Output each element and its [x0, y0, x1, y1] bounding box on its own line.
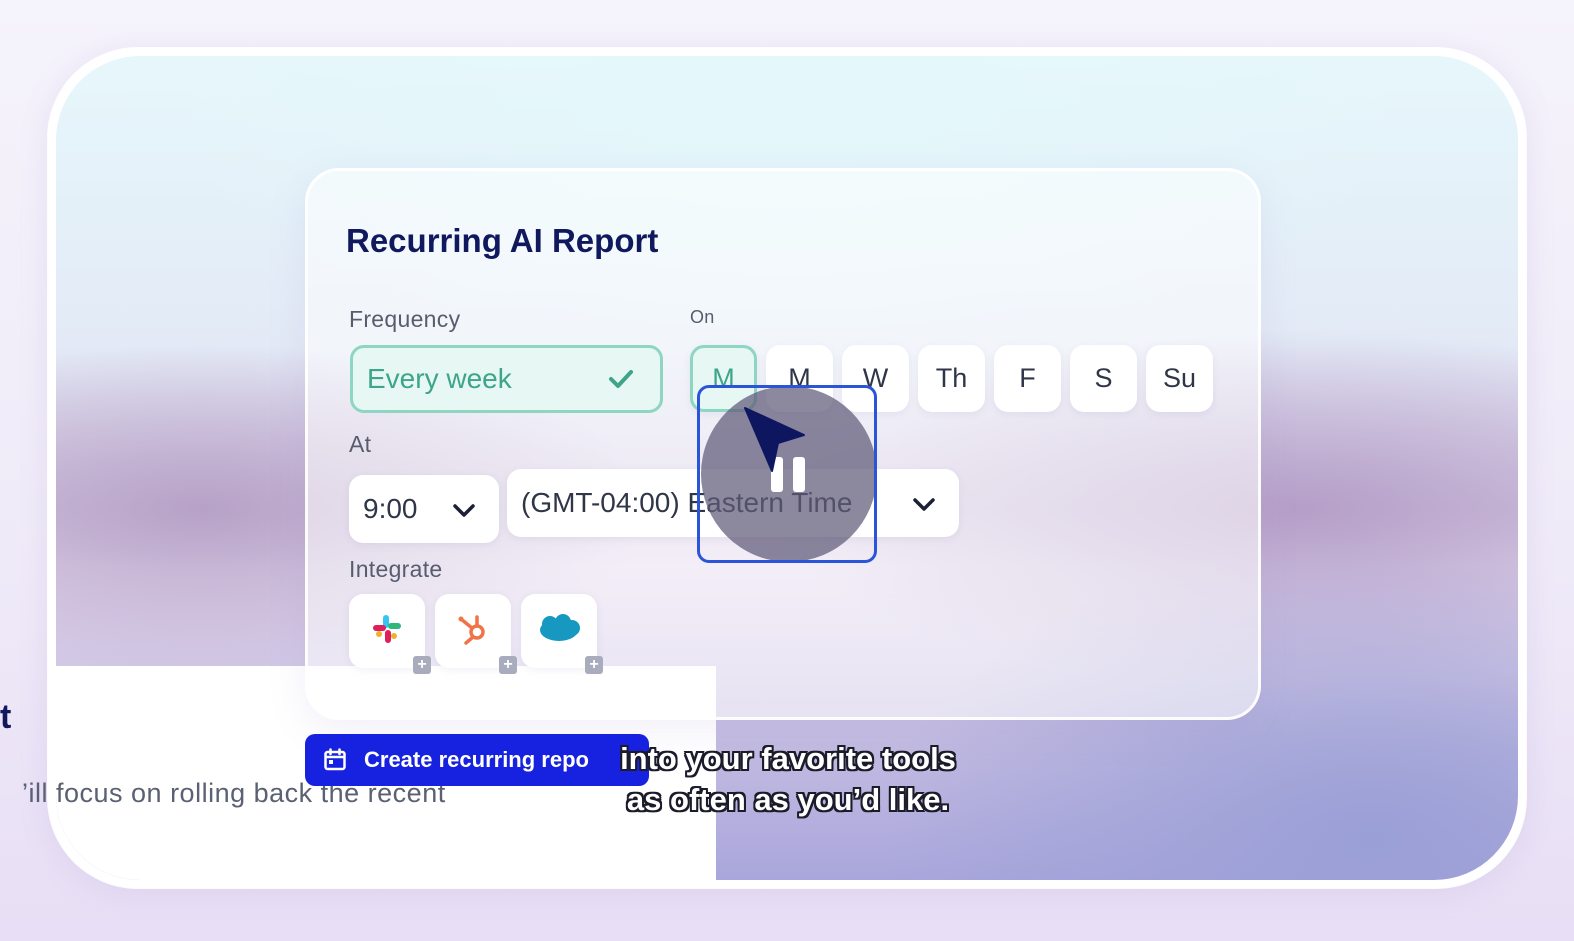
calendar-icon — [323, 748, 347, 772]
day-button-saturday[interactable]: S — [1070, 345, 1137, 412]
chevron-down-icon — [453, 493, 475, 525]
integration-slack-button[interactable]: + — [349, 594, 431, 674]
on-label: On — [690, 307, 715, 327]
frequency-label: Frequency — [349, 306, 461, 332]
frequency-select[interactable]: Every week — [350, 345, 663, 413]
check-icon — [608, 368, 634, 390]
add-icon: + — [499, 656, 517, 674]
time-select[interactable]: 9:00 — [349, 475, 499, 543]
integration-hubspot-button[interactable]: + — [435, 594, 517, 674]
add-icon: + — [413, 656, 431, 674]
integrations-list: + + + — [349, 594, 603, 674]
integrate-label: Integrate — [349, 556, 443, 582]
at-label: At — [349, 431, 372, 457]
day-button-friday[interactable]: F — [994, 345, 1061, 412]
cursor-arrow-icon — [742, 405, 808, 480]
day-button-sunday[interactable]: Su — [1146, 345, 1213, 412]
create-button-label: Create recurring repo — [364, 747, 589, 772]
slack-icon — [371, 613, 403, 650]
salesforce-icon — [536, 613, 582, 650]
chevron-down-icon — [913, 487, 935, 519]
background-doc-heading: t — [0, 698, 12, 736]
caption-line-2: as often as you’d like. — [626, 782, 950, 817]
frequency-value: Every week — [367, 363, 512, 394]
card-title: Recurring AI Report — [346, 222, 659, 259]
time-value: 9:00 — [363, 493, 418, 524]
caption-line-1: into your favorite tools — [620, 741, 956, 776]
day-button-thursday[interactable]: Th — [918, 345, 985, 412]
add-icon: + — [585, 656, 603, 674]
video-caption: into your favorite tools as often as you… — [560, 738, 1016, 820]
integration-salesforce-button[interactable]: + — [521, 594, 603, 674]
hubspot-icon — [455, 611, 491, 652]
